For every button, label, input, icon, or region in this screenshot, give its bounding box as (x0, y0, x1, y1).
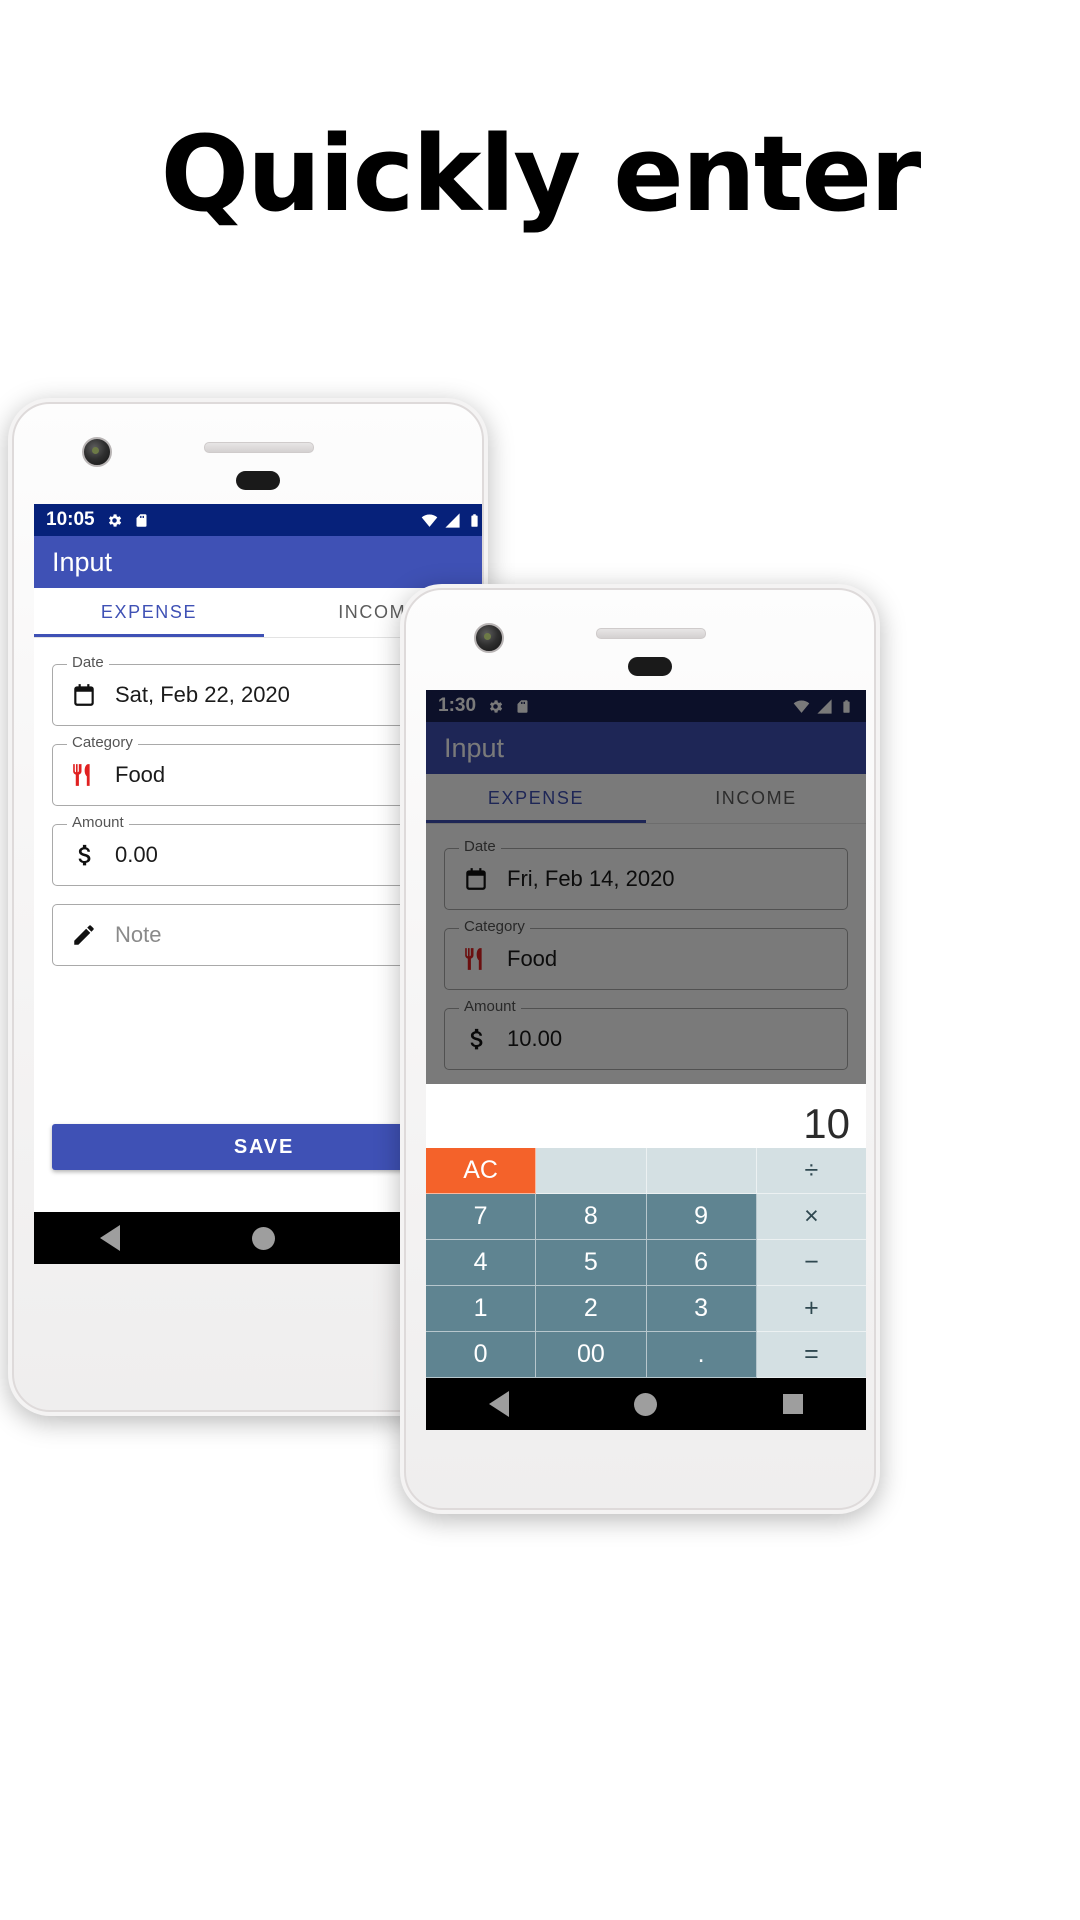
key-−[interactable]: − (756, 1240, 866, 1286)
signal-icon (817, 698, 832, 714)
key-blank (646, 1148, 757, 1194)
sdcard-icon (136, 513, 147, 527)
key-2[interactable]: 2 (536, 1286, 647, 1332)
tab-active-indicator (426, 820, 646, 823)
calendar-icon (466, 868, 486, 890)
category-field-value: Food (115, 762, 166, 787)
key-÷[interactable]: ÷ (756, 1148, 866, 1194)
earpiece-grille (204, 442, 314, 453)
sdcard-icon (517, 699, 528, 713)
app-bar-title: Input (444, 732, 505, 763)
phone-mockup-right: 1:30 Input EXPENSE INCOME Date Fri, Feb … (400, 584, 880, 1514)
keypad-row: AC ÷ (426, 1148, 866, 1194)
amount-field-label: Amount (459, 999, 521, 1014)
date-field-value: Fri, Feb 14, 2020 (507, 866, 675, 891)
battery-icon (843, 699, 850, 713)
phone-right-body: 1:30 Input EXPENSE INCOME Date Fri, Feb … (404, 588, 876, 1510)
calculator-display: 10 (426, 1084, 866, 1148)
amount-field-value: 10.00 (507, 1026, 563, 1051)
amount-field-label: Amount (67, 815, 129, 830)
battery-icon (471, 513, 478, 527)
key-9[interactable]: 9 (646, 1194, 757, 1240)
front-camera-icon (82, 437, 112, 467)
home-icon[interactable] (634, 1392, 658, 1416)
date-field-value: Sat, Feb 22, 2020 (115, 682, 290, 707)
category-field-label: Category (67, 735, 138, 750)
amount-field-value: 0.00 (115, 842, 158, 867)
signal-icon (445, 512, 460, 528)
keypad-row: 1 2 3 + (426, 1286, 866, 1332)
recents-icon[interactable] (783, 1394, 804, 1414)
note-field-placeholder: Note (115, 922, 162, 947)
dollar-icon (470, 1028, 483, 1050)
phone-right-screen: 1:30 Input EXPENSE INCOME Date Fri, Feb … (426, 690, 866, 1430)
app-bar: Input (426, 722, 866, 774)
status-time: 10:05 (46, 509, 95, 530)
restaurant-icon (73, 764, 90, 786)
back-icon[interactable] (488, 1391, 509, 1417)
key-×[interactable]: × (756, 1194, 866, 1240)
tab-expense[interactable]: EXPENSE (34, 588, 264, 637)
key-3[interactable]: 3 (646, 1286, 757, 1332)
gear-icon (490, 699, 503, 713)
app-bar: Input (34, 536, 482, 588)
calculator-display-value: 10 (803, 1100, 850, 1147)
category-field-value: Food (507, 946, 558, 971)
tab-expense-label: EXPENSE (100, 602, 198, 622)
keypad-row: 7 8 9 × (426, 1194, 866, 1240)
category-field[interactable]: Category Food (444, 919, 848, 990)
calendar-icon (74, 684, 94, 706)
key-1[interactable]: 1 (426, 1286, 537, 1332)
key-8[interactable]: 8 (536, 1194, 647, 1240)
status-bar: 1:30 (426, 690, 866, 722)
app-bar-title: Input (52, 546, 113, 577)
date-field[interactable]: Date Fri, Feb 14, 2020 (444, 839, 848, 910)
calculator-keypad: AC ÷ 7 8 9 × 4 5 6−1 2 3 +0 00. = (426, 1148, 866, 1378)
wifi-icon (793, 699, 810, 713)
key-.[interactable]: . (646, 1332, 757, 1378)
android-nav-bar (426, 1378, 866, 1430)
status-time: 1:30 (438, 695, 477, 716)
key-6[interactable]: 6 (646, 1240, 757, 1286)
date-field-label: Date (67, 655, 109, 670)
page-title: Quickly enter (160, 113, 922, 235)
tab-expense[interactable]: EXPENSE (426, 774, 646, 823)
tab-income[interactable]: INCOME (646, 774, 866, 823)
key-5[interactable]: 5 (536, 1240, 647, 1286)
restaurant-icon (465, 948, 482, 970)
amount-field[interactable]: Amount 10.00 (444, 999, 848, 1070)
tab-expense-label: EXPENSE (487, 788, 585, 808)
front-camera-icon (474, 623, 504, 653)
key-blank (536, 1148, 647, 1194)
keypad-row: 0 00. = (426, 1332, 866, 1378)
key-ac[interactable]: AC (426, 1148, 537, 1194)
date-field-label: Date (459, 839, 501, 854)
key-=[interactable]: = (756, 1332, 866, 1378)
pencil-icon (74, 925, 94, 945)
status-bar: 10:05 (34, 504, 482, 536)
category-field-label: Category (459, 919, 530, 934)
dollar-icon (78, 844, 91, 866)
tab-bar: EXPENSE INCOME (426, 774, 866, 824)
key-00[interactable]: 00 (536, 1332, 647, 1378)
sensor-dot (628, 657, 672, 676)
gear-icon (108, 513, 121, 527)
key-0[interactable]: 0 (426, 1332, 537, 1378)
wifi-icon (421, 513, 438, 527)
sensor-dot (236, 471, 280, 490)
earpiece-grille (596, 628, 706, 639)
tab-active-indicator (34, 634, 264, 637)
tab-income-label: INCOME (715, 788, 797, 808)
home-icon[interactable] (252, 1226, 276, 1250)
keypad-row: 4 5 6− (426, 1240, 866, 1286)
key-7[interactable]: 7 (426, 1194, 537, 1240)
key-4[interactable]: 4 (426, 1240, 537, 1286)
back-icon[interactable] (100, 1225, 121, 1251)
save-button-label: SAVE (233, 1135, 295, 1158)
key-+[interactable]: + (756, 1286, 866, 1332)
